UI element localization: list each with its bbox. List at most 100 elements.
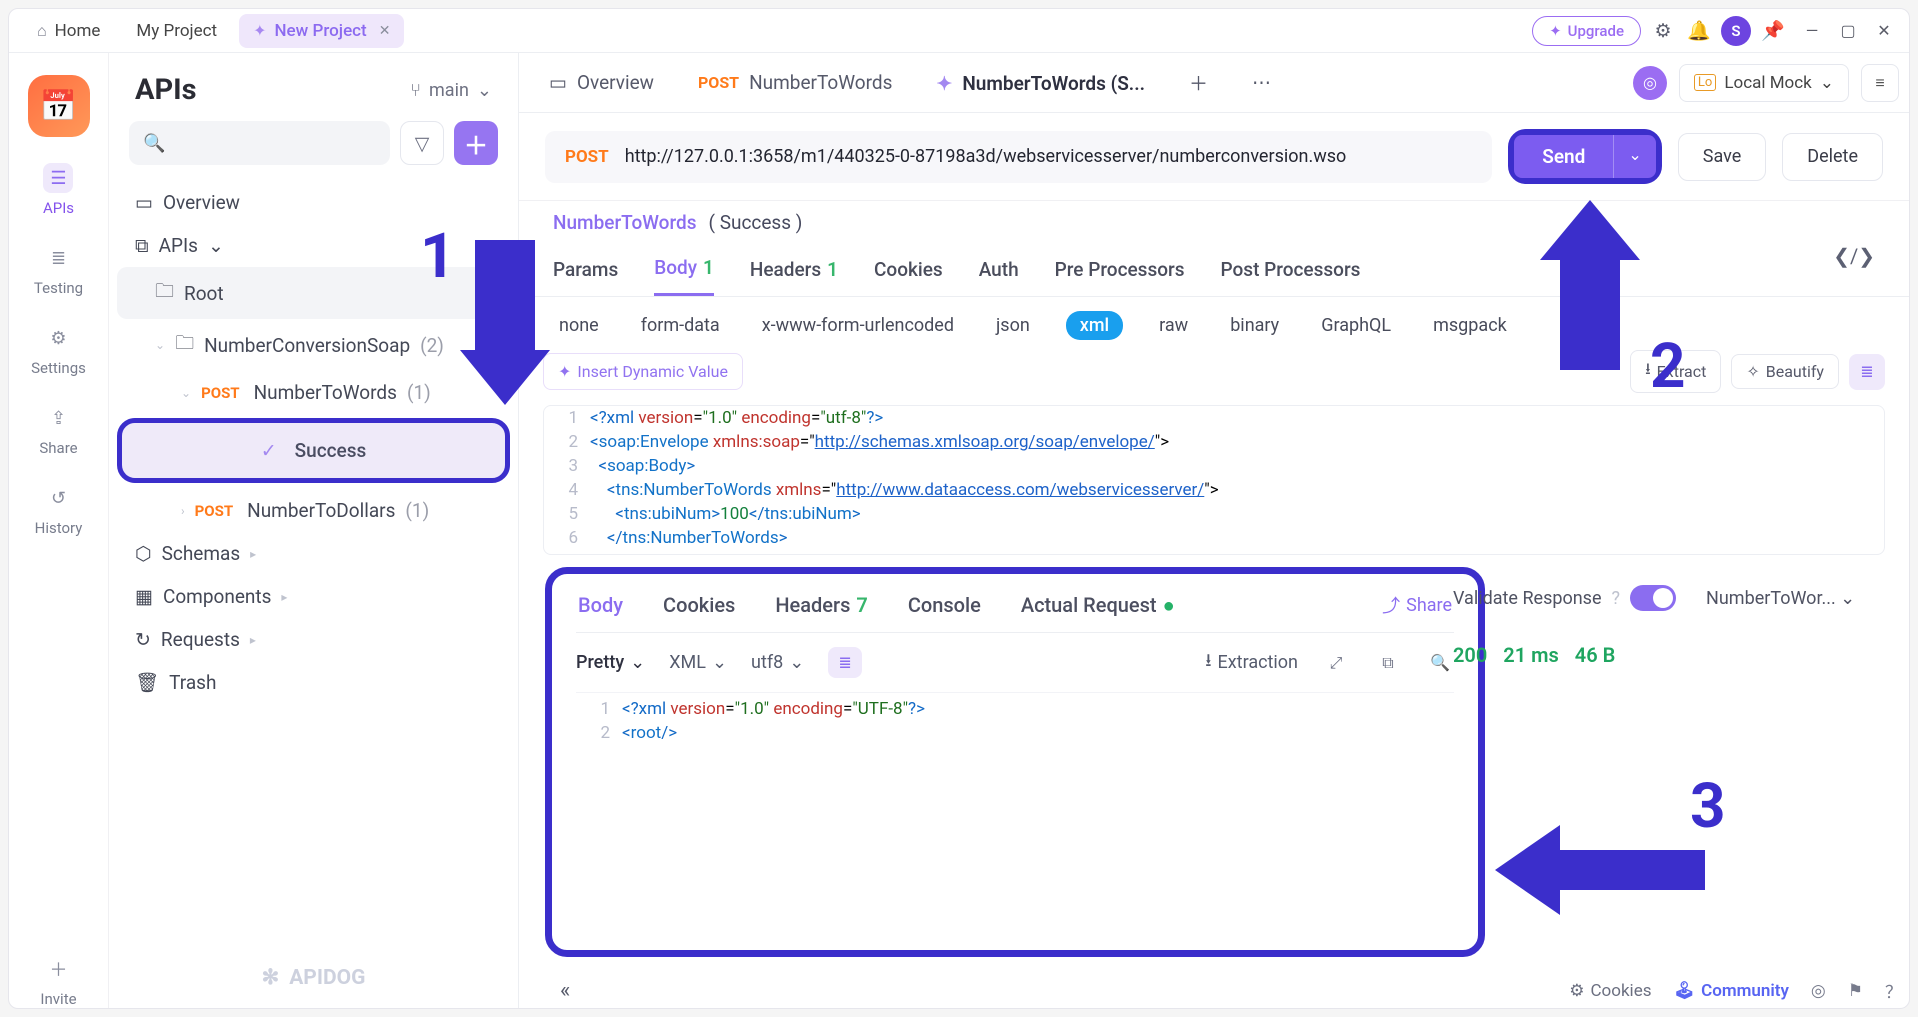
tree-overview-label: Overview xyxy=(163,191,240,214)
settings-gear-icon[interactable]: ⚙ xyxy=(1649,17,1677,45)
btype-xml[interactable]: xml xyxy=(1066,311,1123,340)
nav-settings[interactable]: ⚙ Settings xyxy=(31,323,86,377)
reqtab-post[interactable]: Post Processors xyxy=(1221,244,1361,296)
doctab-overview-label: Overview xyxy=(577,71,654,94)
resp-search[interactable]: 🔍 xyxy=(1426,649,1454,677)
upgrade-button[interactable]: ✦ Upgrade xyxy=(1532,16,1641,46)
nav-share[interactable]: ⇪ Share xyxy=(39,403,77,457)
question-icon[interactable]: ？ xyxy=(1885,978,1902,1003)
add-button[interactable]: ＋ xyxy=(454,121,498,165)
environment-select[interactable]: Lo Local Mock ⌄ xyxy=(1679,64,1849,102)
resptab-body[interactable]: Body xyxy=(578,593,623,617)
minimize-button[interactable]: — xyxy=(1801,20,1823,42)
url-text: http://127.0.0.1:3658/m1/440325-0-87198a… xyxy=(625,146,1347,167)
tree-schemas-label: Schemas xyxy=(162,542,241,565)
resptab-cookies[interactable]: Cookies xyxy=(663,593,735,617)
close-button[interactable]: ✕ xyxy=(1873,20,1895,42)
request-body-editor[interactable]: 1<?xml version="1.0" encoding="utf-8"?> … xyxy=(543,405,1885,555)
response-body[interactable]: 1<?xml version="1.0" encoding="UTF-8"?> … xyxy=(576,692,1454,745)
branch-button[interactable]: ⑂ main ⌄ xyxy=(410,80,492,101)
folder-icon: 🗀 xyxy=(155,277,174,309)
btype-urlenc[interactable]: x-www-form-urlencoded xyxy=(756,311,960,340)
schema-select[interactable]: NumberToWor... ⌄ xyxy=(1706,588,1855,609)
send-button[interactable]: Send xyxy=(1514,135,1613,178)
avatar[interactable]: S xyxy=(1721,16,1751,46)
response-share[interactable]: ⤴ Share xyxy=(1382,592,1452,618)
tree-root[interactable]: 🗀 Root xyxy=(117,267,510,319)
nav-history[interactable]: ↺ History xyxy=(35,483,83,537)
validate-toggle[interactable] xyxy=(1630,585,1676,611)
tab-home[interactable]: ⌂ Home xyxy=(23,14,114,48)
beautify-button[interactable]: ✧ Beautify xyxy=(1731,354,1839,389)
bottom-cookies[interactable]: ⚙ Cookies xyxy=(1569,981,1651,1001)
tab-my-project[interactable]: My Project xyxy=(122,14,231,48)
pin-icon[interactable]: 📌 xyxy=(1759,17,1787,45)
bell-icon[interactable]: 🔔 xyxy=(1685,17,1713,45)
reqtab-params[interactable]: Params xyxy=(553,244,618,296)
maximize-button[interactable]: ▢ xyxy=(1837,20,1859,42)
sliders-icon: ⚙ xyxy=(44,323,74,353)
tree-trash[interactable]: 🗑 Trash xyxy=(117,661,510,704)
nav-invite[interactable]: ＋ Invite xyxy=(40,954,76,1008)
crumb-name[interactable]: NumberToWords xyxy=(553,211,696,234)
flag-icon[interactable]: ⚑ xyxy=(1848,981,1863,1001)
code-view-icon[interactable]: ❮/❯ xyxy=(1833,244,1875,296)
tree-item-1[interactable]: ⌄ POST NumberToWords (1) xyxy=(117,371,510,414)
tree-apis[interactable]: ⧉ APIs ⌄ xyxy=(117,224,510,267)
env-indicator[interactable]: ◎ xyxy=(1633,66,1667,100)
close-icon[interactable]: ✕ xyxy=(379,23,391,39)
panel-menu[interactable]: ≡ xyxy=(1861,64,1899,102)
tree-success[interactable]: ✓ Success xyxy=(117,418,510,483)
tree-item-2[interactable]: › POST NumberToDollars (1) xyxy=(117,489,510,532)
btype-raw[interactable]: raw xyxy=(1153,311,1194,340)
collapse-left-icon[interactable]: « xyxy=(560,978,570,1003)
resp-extraction[interactable]: ⭳ Extraction xyxy=(1205,648,1298,678)
btype-msgpack[interactable]: msgpack xyxy=(1427,311,1513,340)
save-button[interactable]: Save xyxy=(1678,133,1767,181)
reqtab-auth[interactable]: Auth xyxy=(979,244,1019,296)
reqtab-cookies[interactable]: Cookies xyxy=(874,244,943,296)
search-input[interactable]: 🔍 xyxy=(129,121,390,165)
bottom-community[interactable]: 🕹 Community xyxy=(1673,981,1788,1001)
doctab-more[interactable]: ⋯ xyxy=(1232,57,1291,108)
doctab-2[interactable]: ✦ NumberToWords (S... xyxy=(916,56,1165,109)
tree-components[interactable]: ▦ Components ▸ xyxy=(117,575,510,618)
url-bar[interactable]: POST http://127.0.0.1:3658/m1/440325-0-8… xyxy=(545,131,1492,183)
insert-dynamic-button[interactable]: ✦ Insert Dynamic Value xyxy=(543,353,743,390)
nav-testing[interactable]: ≣ Testing xyxy=(34,243,83,297)
tree-schemas[interactable]: ⬡ Schemas ▸ xyxy=(117,532,510,575)
resp-copy[interactable]: ⧉ xyxy=(1374,649,1402,677)
reqtab-headers[interactable]: Headers 1 xyxy=(750,244,838,296)
send-dropdown[interactable]: ⌄ xyxy=(1613,135,1655,178)
nav-apis[interactable]: ☰ APIs xyxy=(43,163,74,217)
resp-expand[interactable]: ⤢ xyxy=(1322,649,1350,677)
resp-wrap[interactable]: ≣ xyxy=(828,647,861,678)
btype-form[interactable]: form-data xyxy=(635,311,726,340)
tab-new-project[interactable]: ✦ New Project ✕ xyxy=(239,14,404,48)
reqtab-pre[interactable]: Pre Processors xyxy=(1055,244,1185,296)
tree-overview[interactable]: ▭ Overview xyxy=(117,181,510,224)
resptab-actual[interactable]: Actual Request ● xyxy=(1021,593,1175,618)
btype-json[interactable]: json xyxy=(990,311,1036,340)
resp-format[interactable]: XML ⌄ xyxy=(669,652,727,673)
doctab-1-label: NumberToWords xyxy=(749,71,892,94)
tree-requests[interactable]: ↻ Requests ▸ xyxy=(117,618,510,661)
btype-none[interactable]: none xyxy=(553,311,605,340)
reqtab-body[interactable]: Body 1 xyxy=(654,244,714,296)
resp-pretty[interactable]: Pretty ⌄ xyxy=(576,652,645,673)
delete-button[interactable]: Delete xyxy=(1782,133,1883,181)
help-icon[interactable]: ? xyxy=(1612,588,1621,609)
resp-charset[interactable]: utf8 ⌄ xyxy=(751,652,804,673)
resptab-headers[interactable]: Headers 7 xyxy=(775,593,867,617)
wrap-toggle[interactable]: ≣ xyxy=(1849,354,1885,390)
resptab-console[interactable]: Console xyxy=(908,593,981,617)
filter-button[interactable]: ▽ xyxy=(400,121,444,165)
doctab-overview[interactable]: ▭ Overview xyxy=(529,57,674,108)
target-icon[interactable]: ◎ xyxy=(1811,981,1826,1001)
btype-binary[interactable]: binary xyxy=(1224,311,1285,340)
extract-button[interactable]: ⭳ Extract xyxy=(1630,350,1721,393)
tree-folder[interactable]: ⌄ 🗀 NumberConversionSoap (2) xyxy=(117,319,510,371)
doctab-add[interactable]: ＋ xyxy=(1169,55,1228,110)
doctab-1[interactable]: POST NumberToWords xyxy=(678,57,912,108)
btype-graphql[interactable]: GraphQL xyxy=(1315,311,1397,340)
